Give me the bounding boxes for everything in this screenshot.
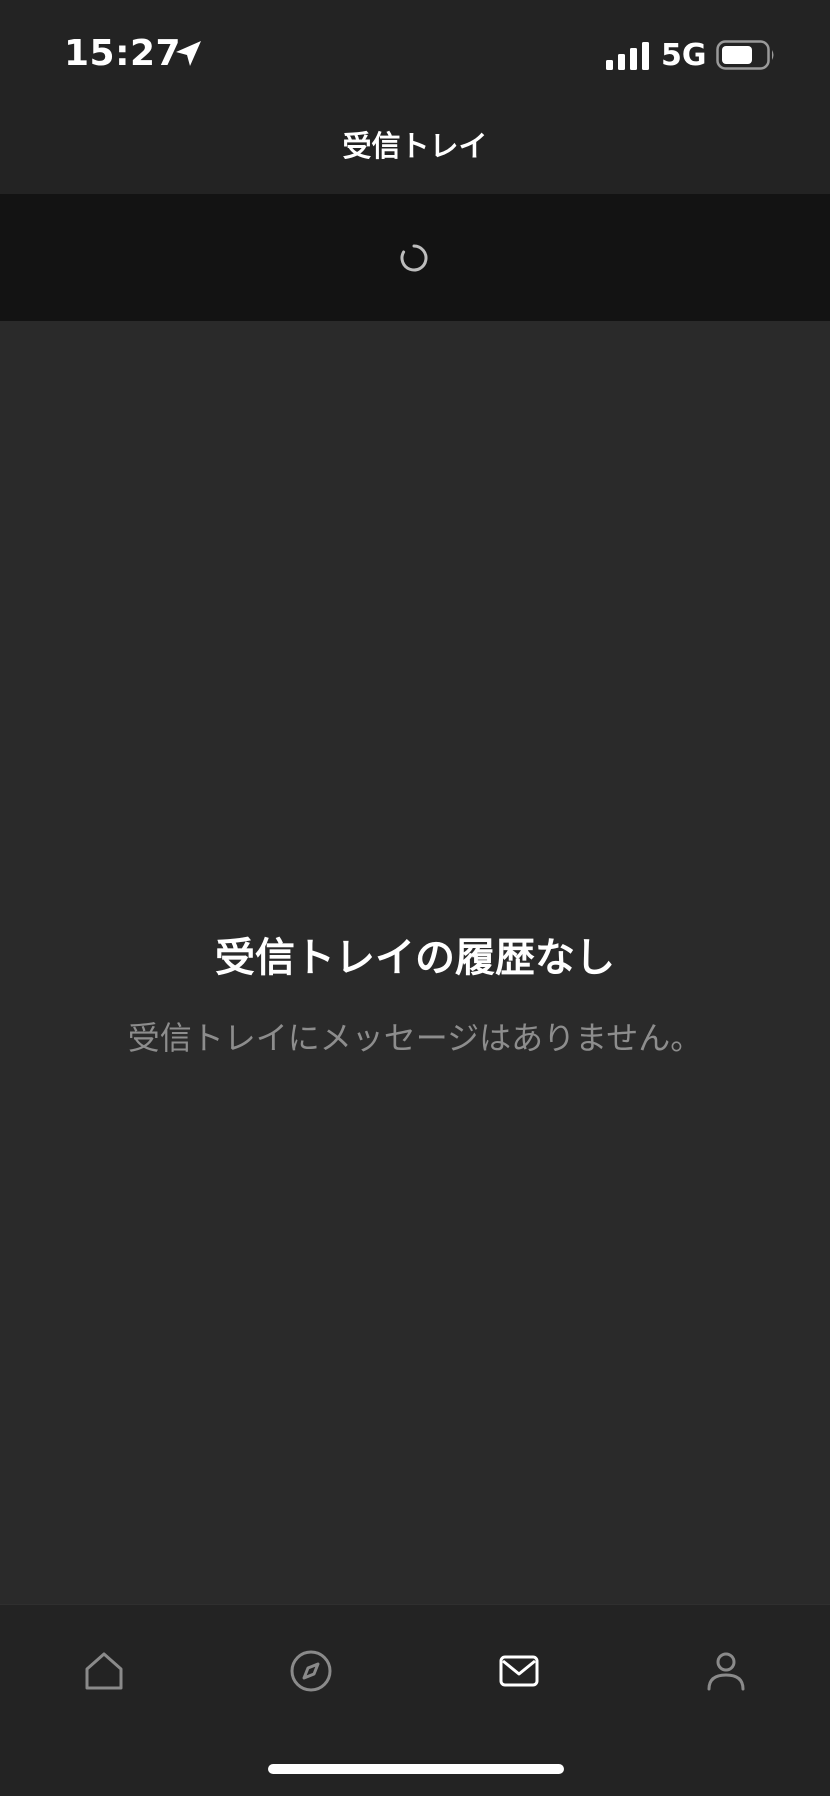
inbox-screen: 15:27 5G 受信トレイ 受信トレイの履歴なし 受信トレイにメッセージはあり…	[0, 0, 830, 1796]
mail-icon	[499, 1655, 539, 1687]
tab-home[interactable]	[64, 1641, 144, 1701]
empty-state-message: 受信トレイにメッセージはありません。	[127, 1019, 703, 1057]
cellular-signal-icon	[606, 42, 649, 70]
home-indicator[interactable]	[268, 1764, 564, 1774]
status-bar: 15:27 5G	[0, 0, 830, 110]
tab-discover[interactable]	[271, 1641, 351, 1701]
location-arrow-icon	[176, 41, 201, 66]
tab-profile[interactable]	[686, 1641, 766, 1701]
home-icon	[85, 1652, 123, 1690]
page-title: 受信トレイ	[342, 129, 488, 163]
top-bar: 15:27 5G 受信トレイ	[0, 0, 830, 194]
status-time: 15:27	[64, 33, 182, 74]
profile-icon	[707, 1652, 745, 1691]
loading-spinner-icon	[400, 244, 428, 272]
empty-state-title: 受信トレイの履歴なし	[215, 935, 615, 981]
battery-icon	[716, 40, 774, 70]
network-type-label: 5G	[661, 38, 707, 73]
tab-inbox[interactable]	[479, 1641, 559, 1701]
compass-icon	[290, 1650, 332, 1692]
